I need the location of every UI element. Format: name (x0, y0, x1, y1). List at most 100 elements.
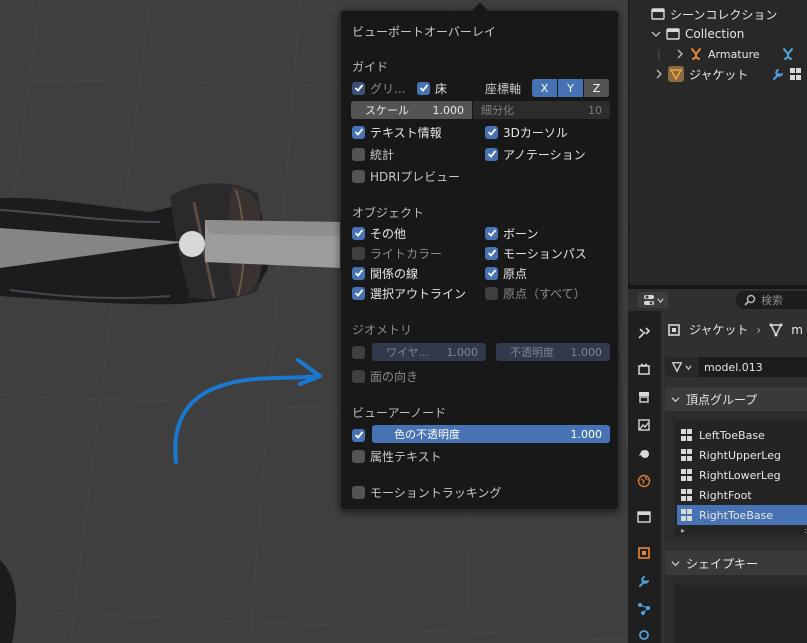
check-icon (354, 84, 363, 92)
motion-tracking-checkbox[interactable]: モーショントラッキング (352, 484, 501, 500)
shape-keys-panel-header[interactable]: シェイプキー (665, 551, 807, 575)
particles-tab-icon[interactable] (636, 601, 652, 617)
search-field[interactable]: 検索 (736, 291, 807, 309)
axis-x-toggle[interactable]: X (532, 79, 557, 97)
checkbox-box (417, 81, 430, 95)
wireframe-opacity-field[interactable]: 不透明度 1.000 (496, 343, 610, 361)
vertex-group-item[interactable]: RightFoot (677, 485, 807, 505)
checkbox-box (352, 169, 365, 183)
mesh-name-field[interactable]: model.013 (698, 357, 807, 377)
text-info-checkbox[interactable]: テキスト情報 (352, 124, 442, 140)
relationship-lines-checkbox[interactable]: 関係の線 (352, 265, 418, 281)
motion-tracking-label: モーショントラッキング (370, 485, 502, 500)
checkbox-box (352, 266, 365, 280)
floor-checkbox[interactable]: 床 (417, 80, 447, 96)
wireframe-label: ワイヤ... (386, 346, 430, 359)
motion-paths-label: モーションパス (503, 246, 587, 261)
color-opacity-label: 色の不透明度 (394, 428, 460, 441)
chevron-right-icon[interactable] (655, 69, 663, 79)
annotations-label: アノテーション (503, 147, 586, 162)
outliner-panel: シーンコレクション Collection | Armature ジャケット (628, 0, 807, 285)
axis-y-toggle[interactable]: Y (558, 79, 583, 97)
viewer-node-checkbox[interactable] (352, 427, 365, 443)
search-icon (744, 294, 756, 306)
vertex-group-icon (681, 429, 693, 441)
wireframe-threshold-field[interactable]: ワイヤ... 1.000 (372, 343, 486, 361)
grid-checkbox[interactable]: グリ... (352, 80, 405, 96)
chevron-down-icon[interactable] (651, 29, 661, 39)
check-icon (354, 269, 363, 277)
outliner-jacket[interactable]: ジャケット (655, 64, 802, 84)
check-icon (487, 249, 496, 257)
hdri-preview-label: HDRIプレビュー (370, 169, 461, 184)
origins-checkbox[interactable]: 原点 (485, 265, 527, 281)
vertex-group-item[interactable]: RightUpperLeg (677, 445, 807, 465)
opacity-label: 不透明度 (510, 346, 554, 359)
vertex-group-item[interactable]: RightLowerLeg (677, 465, 807, 485)
physics-tab-icon[interactable] (636, 627, 652, 643)
checkbox-box (352, 345, 365, 359)
wireframe-checkbox[interactable] (352, 344, 365, 360)
vertex-group-icon (681, 469, 693, 481)
check-icon (487, 150, 496, 158)
shape-keys-heading: シェイプキー (686, 556, 759, 571)
vertex-groups-heading: 頂点グループ (686, 392, 758, 407)
chevron-right-icon[interactable] (676, 49, 684, 59)
viewer-node-heading: ビューアーノード (352, 406, 447, 420)
object-tab-icon[interactable] (636, 545, 652, 561)
annotation-arrow (173, 358, 322, 464)
vertex-groups-icon (790, 68, 802, 80)
view-layer-tab-icon[interactable] (636, 417, 652, 433)
motion-paths-checkbox[interactable]: モーションパス (485, 245, 587, 261)
mesh-data-icon (671, 362, 682, 373)
statistics-label: 統計 (370, 147, 395, 162)
outliner-collection[interactable]: Collection (651, 24, 744, 44)
scene-collection-icon (651, 8, 665, 20)
shape-keys-list (675, 585, 807, 643)
attribute-text-checkbox[interactable]: 属性テキスト (352, 448, 442, 464)
light-colors-label: ライトカラー (370, 246, 443, 261)
modifier-tab-icon[interactable] (636, 573, 652, 589)
check-icon (354, 128, 363, 136)
mesh-browse-dropdown[interactable] (665, 357, 697, 377)
extras-checkbox[interactable]: その他 (352, 225, 406, 241)
vertex-group-label: RightUpperLeg (699, 448, 781, 462)
bones-checkbox[interactable]: ボーン (485, 225, 538, 241)
output-tab-icon[interactable] (636, 389, 652, 405)
hdri-preview-checkbox[interactable]: HDRIプレビュー (352, 168, 460, 184)
relationship-lines-label: 関係の線 (370, 266, 419, 281)
vertex-group-label: RightLowerLeg (699, 468, 781, 482)
vertex-group-item-selected[interactable]: RightToeBase (677, 505, 807, 525)
outliner-armature[interactable]: | Armature (657, 44, 795, 64)
vertex-group-item[interactable]: LeftToeBase (677, 425, 807, 445)
scene-tab-icon[interactable] (636, 445, 652, 461)
grid-subdivisions-field[interactable]: 細分化 10 (473, 101, 610, 119)
statistics-checkbox[interactable]: 統計 (352, 146, 394, 162)
list-footer: ▸ :::: (681, 525, 807, 535)
color-opacity-slider[interactable]: 色の不透明度 1.000 (372, 425, 610, 443)
origins-all-label: 原点（すべて） (503, 286, 586, 301)
collection-tab-icon[interactable] (636, 509, 652, 525)
world-tab-icon[interactable] (636, 473, 652, 489)
editor-type-dropdown[interactable] (638, 292, 668, 308)
jacket-label: ジャケット (689, 67, 749, 82)
outline-selected-checkbox[interactable]: 選択アウトライン (352, 285, 466, 301)
annotations-checkbox[interactable]: アノテーション (485, 146, 586, 162)
tool-tab-icon[interactable] (636, 325, 652, 341)
breadcrumb-separator: › (756, 322, 762, 337)
3d-cursor-checkbox[interactable]: 3Dカーソル (485, 124, 568, 140)
list-filter-toggle-icon[interactable]: ▸ (681, 526, 685, 535)
outliner-scene-collection[interactable]: シーンコレクション (651, 4, 777, 24)
grid-scale-field[interactable]: スケール 1.000 (351, 101, 472, 119)
origins-all-checkbox[interactable]: 原点（すべて） (485, 285, 586, 301)
light-colors-checkbox[interactable]: ライトカラー (352, 245, 442, 261)
mesh-object-icon (668, 66, 684, 82)
axis-z-toggle[interactable]: Z (584, 79, 609, 97)
face-orientation-checkbox[interactable]: 面の向き (352, 368, 418, 384)
check-icon (354, 229, 363, 237)
armature-label: Armature (708, 47, 760, 61)
render-tab-icon[interactable] (636, 361, 652, 377)
checkbox-box (485, 246, 498, 260)
vertex-groups-panel-header[interactable]: 頂点グループ (665, 387, 807, 411)
armature-data-icon (782, 48, 793, 60)
